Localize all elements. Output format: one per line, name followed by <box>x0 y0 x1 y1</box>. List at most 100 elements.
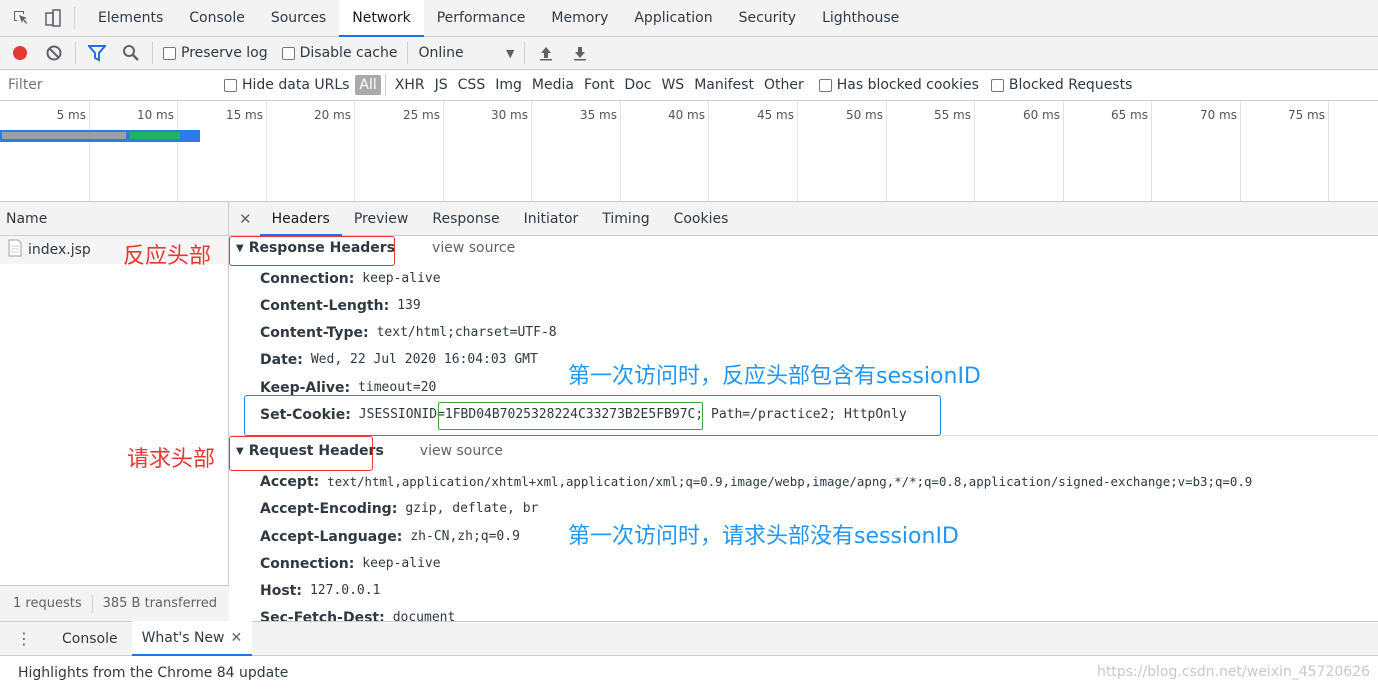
devtools-tab-bar: Elements Console Sources Network Perform… <box>0 0 1378 37</box>
close-icon[interactable]: ✕ <box>231 630 243 646</box>
has-blocked-cookies-checkbox[interactable]: Has blocked cookies <box>818 77 979 93</box>
overview-tick: 35 ms <box>579 108 617 122</box>
tab-preview[interactable]: Preview <box>342 202 421 236</box>
overview-tick: 60 ms <box>1022 108 1060 122</box>
tab-performance[interactable]: Performance <box>424 0 539 37</box>
tab-application[interactable]: Application <box>621 0 725 37</box>
tab-initiator[interactable]: Initiator <box>512 202 591 236</box>
tab-security[interactable]: Security <box>726 0 810 37</box>
overview-tick: 75 ms <box>1287 108 1325 122</box>
throttling-value: Online <box>418 45 464 61</box>
preserve-log-checkbox[interactable]: Preserve log <box>163 45 268 61</box>
tab-cookies[interactable]: Cookies <box>662 202 741 236</box>
header-row: Accept: text/html,application/xhtml+xml,a… <box>260 474 1252 490</box>
overview-tick: 55 ms <box>933 108 971 122</box>
tab-response[interactable]: Response <box>420 202 511 236</box>
overview-tick: 70 ms <box>1199 108 1237 122</box>
throttling-select[interactable]: Online ▼ <box>418 45 514 61</box>
overview-tick: 40 ms <box>667 108 705 122</box>
inspect-element-icon[interactable] <box>10 7 32 29</box>
device-toolbar-icon[interactable] <box>42 7 64 29</box>
checkbox-box[interactable] <box>818 78 832 92</box>
import-har-icon[interactable] <box>535 42 557 64</box>
network-overview[interactable]: 5 ms 10 ms 15 ms 20 ms 25 ms 30 ms 35 ms… <box>0 101 1378 202</box>
header-value: keep-alive <box>362 271 441 286</box>
network-status-bar: 1 requests 385 B transferred <box>0 585 229 621</box>
response-note-annotation: 第一次访问时，反应头部包含有sessionID <box>568 364 981 389</box>
header-key: Accept-Encoding: <box>260 501 398 517</box>
filter-type-ws[interactable]: WS <box>656 77 689 93</box>
checkbox-box[interactable] <box>163 46 176 60</box>
hide-data-urls-checkbox[interactable]: Hide data URLs <box>224 77 349 93</box>
header-value: keep-alive <box>362 556 441 571</box>
clear-icon[interactable] <box>43 42 65 64</box>
filter-type-css[interactable]: CSS <box>453 77 491 93</box>
overview-tick: 10 ms <box>136 108 174 122</box>
tab-memory[interactable]: Memory <box>538 0 621 37</box>
disable-cache-checkbox[interactable]: Disable cache <box>281 45 397 61</box>
response-headers-section[interactable]: ▼ Response Headers view source <box>229 240 1378 256</box>
record-icon[interactable] <box>9 42 31 64</box>
header-value: timeout=20 <box>358 380 437 395</box>
request-headers-section[interactable]: ▼ Request Headers view source <box>229 443 1378 459</box>
filter-type-media[interactable]: Media <box>527 77 579 93</box>
header-row: Content-Length: 139 <box>260 298 421 314</box>
header-key: Accept-Language: <box>260 529 403 545</box>
search-icon[interactable] <box>120 42 142 64</box>
filter-type-js[interactable]: JS <box>430 77 453 93</box>
request-headers-highlight <box>229 436 373 471</box>
header-row: Accept-Encoding: gzip, deflate, br <box>260 501 538 517</box>
tab-elements[interactable]: Elements <box>85 0 176 37</box>
name-column-header[interactable]: Name <box>0 202 228 236</box>
blocked-requests-checkbox[interactable]: Blocked Requests <box>990 77 1132 93</box>
tab-headers[interactable]: Headers <box>259 202 342 236</box>
overview-tick: 15 ms <box>225 108 263 122</box>
export-har-icon[interactable] <box>569 42 591 64</box>
header-key: Host: <box>260 583 302 599</box>
filter-input[interactable] <box>4 73 210 97</box>
header-key: Content-Length: <box>260 298 390 314</box>
overview-tick: 30 ms <box>490 108 528 122</box>
filter-type-xhr[interactable]: XHR <box>390 77 430 93</box>
more-options-icon[interactable]: ⋮ <box>0 630 48 647</box>
tab-network[interactable]: Network <box>339 0 424 37</box>
header-value: Wed, 22 Jul 2020 16:04:03 GMT <box>310 352 538 367</box>
drawer-tab-console[interactable]: Console <box>48 631 132 647</box>
header-value: text/html,application/xhtml+xml,applicat… <box>327 474 1253 489</box>
divider <box>74 7 75 29</box>
header-value: text/html;charset=UTF-8 <box>376 325 557 340</box>
tab-lighthouse[interactable]: Lighthouse <box>809 0 912 37</box>
divider <box>524 42 526 64</box>
tab-timing[interactable]: Timing <box>590 202 661 236</box>
tab-sources[interactable]: Sources <box>258 0 339 37</box>
header-row: Date: Wed, 22 Jul 2020 16:04:03 GMT <box>260 352 538 368</box>
drawer-tab-whats-new[interactable]: What's New ✕ <box>131 621 253 656</box>
filter-type-other[interactable]: Other <box>759 77 809 93</box>
has-blocked-cookies-label: Has blocked cookies <box>836 77 979 93</box>
divider <box>384 74 386 96</box>
header-key: Connection: <box>260 556 355 572</box>
checkbox-box[interactable] <box>224 78 237 92</box>
checkbox-box[interactable] <box>990 78 1004 92</box>
header-value: document <box>392 610 456 621</box>
header-value: zh-CN,zh;q=0.9 <box>410 529 520 544</box>
filter-type-manifest[interactable]: Manifest <box>689 77 759 93</box>
session-id-highlight <box>438 402 703 430</box>
header-row: Keep-Alive: timeout=20 <box>260 380 436 396</box>
header-value: 127.0.0.1 <box>309 583 381 598</box>
filter-icon[interactable] <box>86 42 108 64</box>
filter-type-all[interactable]: All <box>355 75 381 95</box>
header-key: Sec-Fetch-Dest: <box>260 610 385 621</box>
header-key: Content-Type: <box>260 325 369 341</box>
filter-type-doc[interactable]: Doc <box>619 77 656 93</box>
view-source-link[interactable]: view source <box>420 443 503 459</box>
filter-type-font[interactable]: Font <box>579 77 619 93</box>
filter-type-img[interactable]: Img <box>490 77 527 93</box>
overview-tick: 50 ms <box>845 108 883 122</box>
tab-console[interactable]: Console <box>176 0 258 37</box>
divider <box>407 42 409 64</box>
close-icon[interactable]: ✕ <box>229 210 260 228</box>
overview-tick: 5 ms <box>56 108 86 122</box>
checkbox-box[interactable] <box>281 46 295 60</box>
view-source-link[interactable]: view source <box>432 240 515 256</box>
